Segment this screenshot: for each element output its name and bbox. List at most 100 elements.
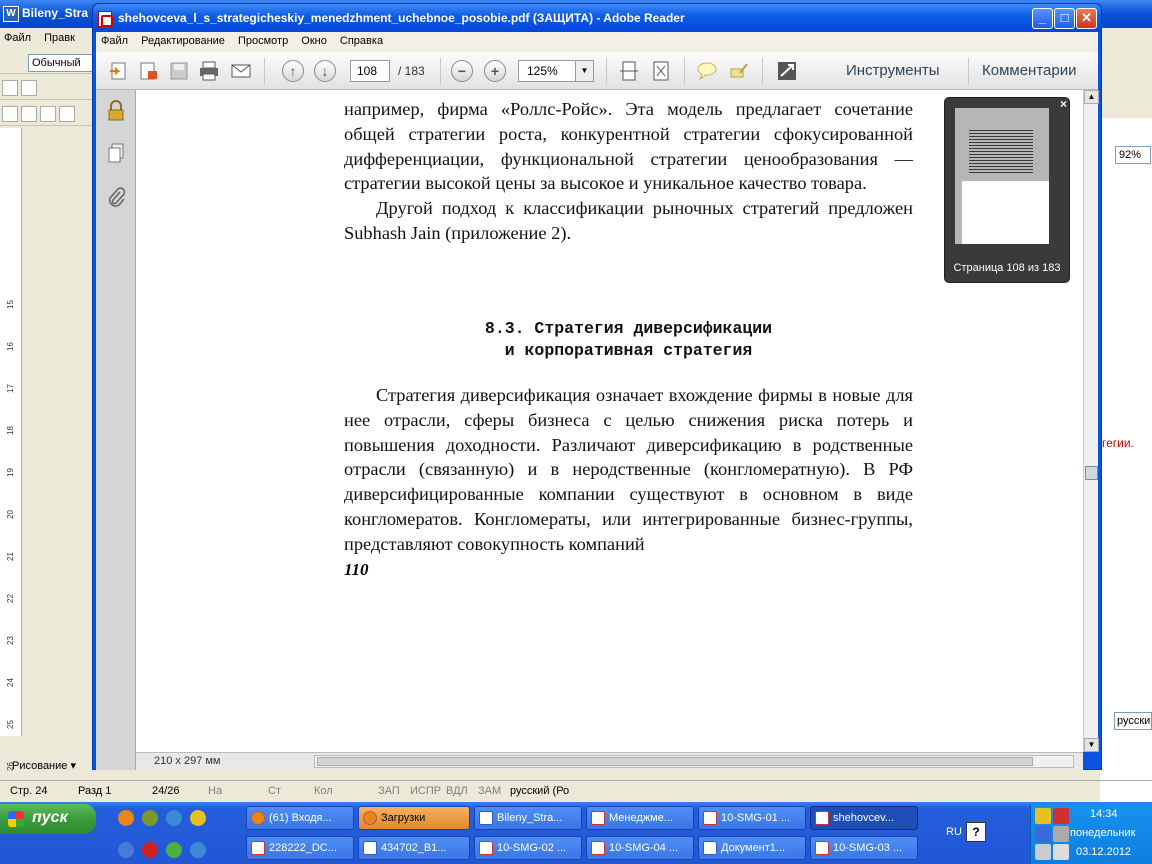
status-ovr[interactable]: ЗАМ xyxy=(478,785,501,797)
next-page-icon[interactable]: ↓ xyxy=(314,60,336,82)
minimize-button[interactable]: _ xyxy=(1032,8,1053,29)
opera-icon[interactable] xyxy=(142,842,158,858)
new-doc-icon[interactable] xyxy=(2,106,18,122)
word-app-icon: W xyxy=(3,6,19,22)
status-line: Ст xyxy=(268,785,281,797)
print-icon[interactable] xyxy=(198,61,220,81)
word-status-bar: Стр. 24 Разд 1 24/26 На Ст Кол ЗАП ИСПР … xyxy=(0,780,1152,802)
word-page-right xyxy=(1100,28,1152,802)
menu-view[interactable]: Просмотр xyxy=(238,35,288,47)
shield-icon[interactable] xyxy=(1035,808,1051,824)
language-indicator[interactable]: RU xyxy=(946,826,962,838)
prev-page-icon[interactable]: ↑ xyxy=(282,60,304,82)
document-view[interactable]: например, фирма «Роллс-Ройс». Эта модель… xyxy=(136,90,1083,752)
comments-pane-link[interactable]: Комментарии xyxy=(982,62,1076,79)
page-number-input[interactable]: 108 xyxy=(350,60,390,82)
scroll-thumb[interactable] xyxy=(1085,466,1098,480)
lock-icon[interactable] xyxy=(106,100,126,122)
reader-toolbar: ↑ ↓ 108 / 183 − + 125% ▼ Инструменты Ком… xyxy=(96,52,1098,90)
task-button[interactable]: Менеджме... xyxy=(586,806,694,830)
scroll-up-icon[interactable]: ▲ xyxy=(1084,90,1099,104)
word-tool-icon[interactable] xyxy=(21,80,37,96)
scroll-down-icon[interactable]: ▼ xyxy=(1084,738,1099,752)
media-icon[interactable] xyxy=(190,810,206,826)
tray-icon[interactable] xyxy=(1035,826,1051,842)
tray-icon[interactable] xyxy=(1053,826,1069,842)
word-menu-edit[interactable]: Правк xyxy=(44,32,75,44)
volume-icon[interactable] xyxy=(1053,844,1069,860)
quicklaunch-icon[interactable] xyxy=(142,810,158,826)
drawing-menu[interactable]: Рисование ▾ xyxy=(12,760,76,772)
save-icon[interactable] xyxy=(40,106,56,122)
task-label: Загрузки xyxy=(381,812,426,824)
email-icon[interactable] xyxy=(230,61,252,81)
task-button[interactable]: 10-SMG-01 ... xyxy=(698,806,806,830)
word-style-box[interactable]: Обычный xyxy=(28,54,94,72)
status-ext[interactable]: ВДЛ xyxy=(446,785,468,797)
attachment-icon[interactable] xyxy=(106,186,126,208)
task-button[interactable]: 228222_DC... xyxy=(246,836,354,860)
task-button[interactable]: Загрузки xyxy=(358,806,470,830)
zoom-in-icon[interactable]: + xyxy=(484,60,506,82)
pdf-icon xyxy=(815,841,829,855)
task-button[interactable]: Документ1... xyxy=(698,836,806,860)
task-button[interactable]: 434702_B1... xyxy=(358,836,470,860)
pages-icon[interactable] xyxy=(106,142,126,164)
quicklaunch-icon[interactable] xyxy=(190,842,206,858)
task-button[interactable]: (61) Входя... xyxy=(246,806,354,830)
firefox-icon[interactable] xyxy=(118,810,134,826)
quicklaunch-icon[interactable] xyxy=(166,842,182,858)
ruler-number: 24 xyxy=(5,678,15,687)
menu-help[interactable]: Справка xyxy=(340,35,383,47)
word-menu-file[interactable]: Файл xyxy=(4,32,31,44)
fit-width-icon[interactable] xyxy=(618,61,640,81)
quicklaunch-icon[interactable] xyxy=(118,842,134,858)
word-zoom-box[interactable]: 92% xyxy=(1115,146,1151,164)
highlight-icon[interactable] xyxy=(728,61,750,81)
tools-pane-link[interactable]: Инструменты xyxy=(846,62,940,79)
ruler-number: 25 xyxy=(5,720,15,729)
task-button[interactable]: Bileny_Stra... xyxy=(474,806,582,830)
start-button[interactable]: пуск xyxy=(0,804,96,834)
help-icon[interactable]: ? xyxy=(966,822,986,842)
toolbar-separator xyxy=(606,58,607,84)
task-button[interactable]: 10-SMG-02 ... xyxy=(474,836,582,860)
permissions-icon[interactable] xyxy=(59,106,75,122)
close-icon[interactable]: × xyxy=(1060,97,1067,111)
fit-page-icon[interactable] xyxy=(650,61,672,81)
pdf-edit-icon[interactable] xyxy=(138,61,160,81)
menu-window[interactable]: Окно xyxy=(301,35,327,47)
vertical-scrollbar[interactable]: ▲ ▼ xyxy=(1083,90,1099,752)
maximize-button[interactable]: □ xyxy=(1054,8,1075,29)
firefox-icon xyxy=(251,811,265,825)
status-rec[interactable]: ЗАП xyxy=(378,785,400,797)
reader-title-bar: shehovceva_l_s_strategicheskiy_menedzhme… xyxy=(93,4,1101,32)
paragraph-text: Другой подход к классификации рыночных с… xyxy=(344,198,913,243)
ie-icon[interactable] xyxy=(166,810,182,826)
task-button[interactable]: 10-SMG-04 ... xyxy=(586,836,694,860)
scroll-thumb[interactable] xyxy=(317,757,1033,766)
tray-icon[interactable] xyxy=(1035,844,1051,860)
zoom-out-icon[interactable]: − xyxy=(451,60,473,82)
menu-edit[interactable]: Редактирование xyxy=(141,35,225,47)
create-pdf-icon[interactable] xyxy=(108,61,130,81)
word-language-box[interactable]: русски xyxy=(1114,712,1152,730)
task-label: Менеджме... xyxy=(609,812,673,824)
comment-icon[interactable] xyxy=(696,61,718,81)
task-button[interactable]: 10-SMG-03 ... xyxy=(810,836,918,860)
save-icon[interactable] xyxy=(168,61,190,81)
clock-time[interactable]: 14:34 xyxy=(1090,808,1118,820)
network-icon[interactable] xyxy=(1053,808,1069,824)
menu-file[interactable]: Файл xyxy=(101,35,128,47)
open-folder-icon[interactable] xyxy=(21,106,37,122)
horizontal-scrollbar[interactable] xyxy=(314,755,1074,768)
fullscreen-icon[interactable] xyxy=(776,61,798,81)
status-trk[interactable]: ИСПР xyxy=(410,785,441,797)
pdf-app-icon xyxy=(98,11,113,27)
ruler-number: 17 xyxy=(5,384,15,393)
zoom-select[interactable]: 125% ▼ xyxy=(518,60,594,82)
word-tool-icon[interactable] xyxy=(2,80,18,96)
chevron-down-icon[interactable]: ▼ xyxy=(575,61,593,81)
task-button-active[interactable]: shehovcev... xyxy=(810,806,918,830)
close-button[interactable]: ✕ xyxy=(1076,8,1097,29)
